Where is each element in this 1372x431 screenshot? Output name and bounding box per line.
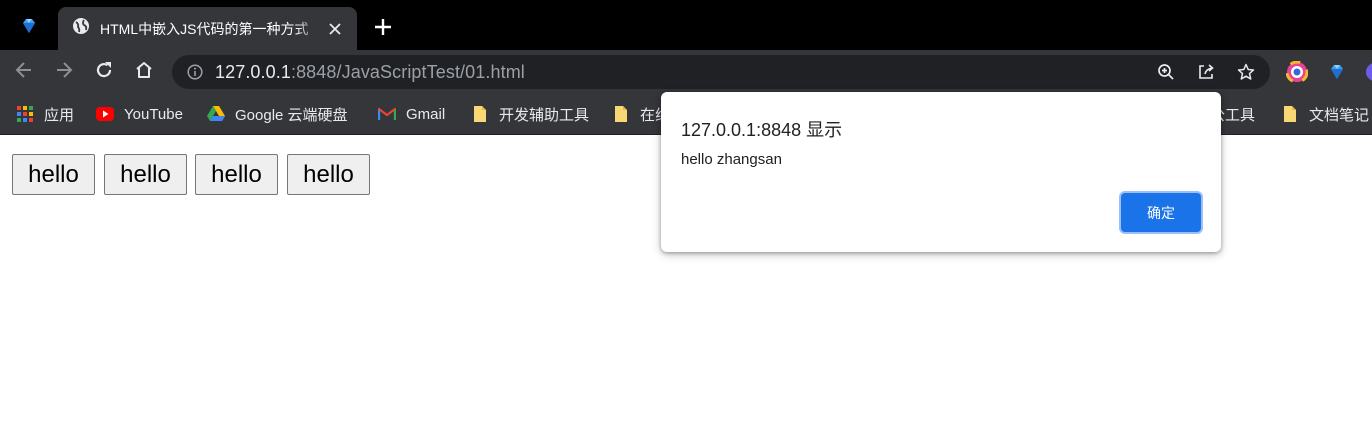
zoom-icon[interactable] — [1157, 63, 1175, 81]
tab-title: HTML中嵌入JS代码的第一种方式 — [100, 20, 309, 37]
google-drive-icon — [207, 105, 225, 123]
forward-button[interactable] — [52, 60, 76, 84]
toolbar: 127.0.0.1:8848/JavaScriptTest/01.html — [0, 50, 1372, 94]
reload-button[interactable] — [92, 60, 116, 84]
bookmark-folder-dev-tools[interactable]: 开发辅助工具 — [471, 104, 589, 124]
close-tab-icon[interactable] — [325, 19, 345, 39]
bookmark-gmail[interactable]: Gmail — [378, 104, 445, 124]
bookmark-label: 应用 — [44, 106, 75, 124]
new-tab-button[interactable] — [371, 17, 395, 41]
diamond-icon — [20, 17, 38, 40]
url-text[interactable]: 127.0.0.1:8848/JavaScriptTest/01.html — [215, 63, 525, 81]
active-tab[interactable]: HTML中嵌入JS代码的第一种方式 — [58, 7, 357, 50]
share-icon[interactable] — [1197, 63, 1215, 81]
back-button[interactable] — [12, 60, 36, 84]
bookmark-youtube[interactable]: YouTube — [96, 104, 183, 124]
bookmark-label: 文档笔记 — [1309, 106, 1370, 124]
extension-colorful-icon[interactable] — [1286, 61, 1308, 83]
reload-icon — [94, 60, 114, 85]
folder-icon — [471, 105, 489, 123]
url-host: 127.0.0.1 — [215, 62, 291, 82]
extension-diamond-icon[interactable] — [1326, 61, 1348, 83]
arrow-right-icon — [54, 60, 74, 85]
address-bar[interactable]: 127.0.0.1:8848/JavaScriptTest/01.html — [172, 55, 1270, 89]
youtube-icon — [96, 105, 114, 123]
dialog-message: hello zhangsan — [681, 151, 782, 168]
site-info-icon[interactable] — [186, 63, 204, 81]
tab-strip: HTML中嵌入JS代码的第一种方式 — [0, 0, 1372, 50]
hello-button[interactable]: hello — [104, 154, 187, 195]
folder-icon — [1281, 105, 1299, 123]
bookmark-label: Gmail — [406, 105, 446, 123]
gmail-icon — [378, 105, 396, 123]
bookmark-label: Google 云端硬盘 — [235, 106, 348, 124]
hello-button[interactable]: hello — [287, 154, 370, 195]
bookmark-star-icon[interactable] — [1237, 63, 1255, 81]
bookmark-folder-docs-notes[interactable]: 文档笔记 — [1281, 104, 1369, 124]
dialog-title: 127.0.0.1:8848 显示 — [681, 120, 843, 140]
bookmark-google-drive[interactable]: Google 云端硬盘 — [207, 104, 348, 124]
bookmark-apps[interactable]: 应用 — [16, 104, 74, 124]
extension-partial-icon[interactable] — [1364, 61, 1372, 83]
home-icon — [134, 60, 154, 85]
plus-icon — [374, 18, 392, 41]
globe-icon — [72, 17, 90, 40]
ok-button[interactable]: 确定 — [1121, 193, 1201, 232]
hello-button[interactable]: hello — [12, 154, 95, 195]
pinned-tab[interactable] — [0, 7, 58, 50]
apps-grid-icon — [16, 105, 34, 123]
hello-button[interactable]: hello — [195, 154, 278, 195]
bookmark-label: YouTube — [124, 105, 183, 123]
folder-icon — [612, 105, 630, 123]
home-button[interactable] — [132, 60, 156, 84]
url-path: :8848/JavaScriptTest/01.html — [290, 62, 525, 82]
bookmark-label: 开发辅助工具 — [499, 106, 590, 124]
arrow-left-icon — [14, 60, 34, 85]
alert-dialog: 127.0.0.1:8848 显示 hello zhangsan 确定 — [661, 92, 1221, 252]
